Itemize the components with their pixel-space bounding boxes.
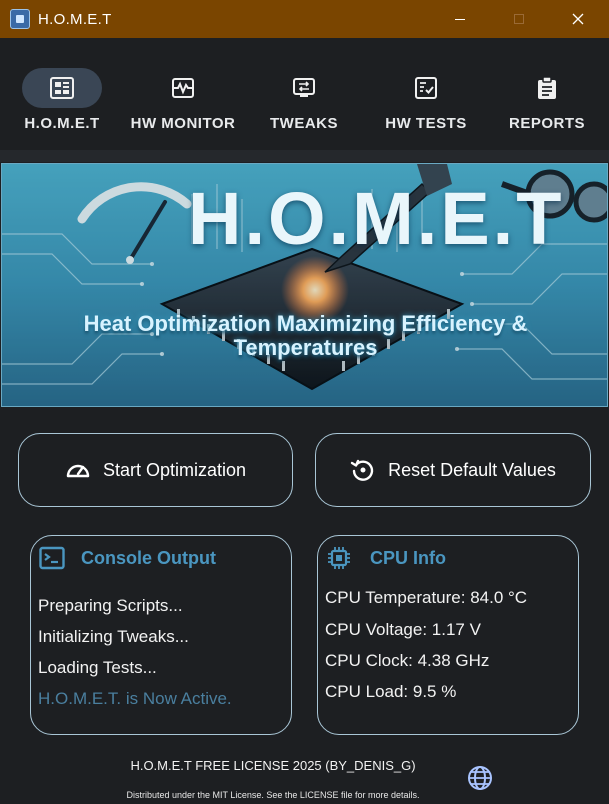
tab-tweaks[interactable]: TWEAKS [264, 38, 344, 150]
speedometer-icon [66, 464, 90, 478]
banner-subtitle-line1: Heat Optimization Maximizing Efficiency … [83, 311, 528, 336]
terminal-icon [39, 546, 65, 570]
start-optimization-label: Start Optimization [102, 459, 247, 480]
dashboard-icon [50, 77, 74, 99]
close-icon [572, 13, 584, 25]
start-optimization-button[interactable]: Start Optimization [18, 433, 293, 507]
tab-reports[interactable]: REPORTS [507, 38, 587, 150]
reset-icon [350, 459, 374, 481]
window-title: H.O.M.E.T [38, 10, 112, 28]
globe-icon[interactable] [467, 765, 493, 791]
footer-license: H.O.M.E.T FREE LICENSE 2025 (BY_DENIS_G) [130, 758, 416, 773]
maximize-icon [514, 14, 524, 24]
cpu-title: CPU Info [370, 547, 446, 568]
console-header: Console Output [39, 546, 216, 570]
checklist-icon [415, 77, 437, 99]
cpu-info-panel: CPU Info CPU Temperature: 84.0 °C CPU Vo… [317, 535, 579, 735]
console-output-panel: Console Output Preparing Scripts... Init… [30, 535, 292, 735]
reset-default-values-button[interactable]: Reset Default Values [315, 433, 591, 507]
cpu-load: CPU Load: 9.5 % [325, 682, 457, 701]
minimize-button[interactable] [430, 0, 490, 38]
cpu-temperature: CPU Temperature: 84.0 °C [325, 588, 528, 607]
reset-default-values-label: Reset Default Values [388, 459, 556, 480]
maximize-button[interactable] [489, 0, 549, 38]
console-line: Preparing Scripts... [38, 596, 183, 615]
tab-homet[interactable]: H.O.M.E.T [22, 38, 102, 150]
tweaks-icon [293, 78, 315, 97]
cpu-header: CPU Info [326, 546, 446, 570]
console-line-active: H.O.M.E.T. is Now Active. [38, 689, 232, 708]
clipboard-icon [538, 76, 556, 99]
hero-banner: H.O.M.E.T Heat Optimization Maximizing E… [1, 163, 608, 407]
nav-divider [0, 150, 609, 162]
tab-hw-tests-label: HW TESTS [385, 115, 467, 132]
tab-hw-monitor-label: HW MONITOR [130, 115, 236, 132]
console-line: Loading Tests... [38, 658, 157, 677]
tab-hw-tests[interactable]: HW TESTS [385, 38, 467, 150]
footer-note: Distributed under the MIT License. See t… [126, 790, 420, 800]
banner-subtitle: Heat Optimization Maximizing Efficiency … [2, 311, 607, 360]
banner-title: H.O.M.E.T [188, 177, 565, 260]
close-button[interactable] [548, 0, 608, 38]
cpu-clock: CPU Clock: 4.38 GHz [325, 651, 490, 670]
console-line: Initializing Tweaks... [38, 627, 189, 646]
app-icon [10, 9, 30, 29]
main-nav: H.O.M.E.T HW MONITOR TWEAKS HW TESTS REP… [0, 38, 609, 150]
title-bar: H.O.M.E.T [0, 0, 609, 38]
tab-hw-monitor[interactable]: HW MONITOR [130, 38, 236, 150]
cpu-chip-icon [328, 547, 350, 569]
minimize-icon [455, 18, 465, 20]
cpu-voltage: CPU Voltage: 1.17 V [325, 620, 481, 639]
tab-reports-label: REPORTS [508, 115, 585, 132]
console-title: Console Output [81, 547, 216, 568]
tab-tweaks-label: TWEAKS [270, 115, 338, 132]
tab-homet-label: H.O.M.E.T [24, 115, 100, 132]
banner-subtitle-line2: Temperatures [233, 335, 378, 360]
pulse-monitor-icon [172, 78, 194, 98]
